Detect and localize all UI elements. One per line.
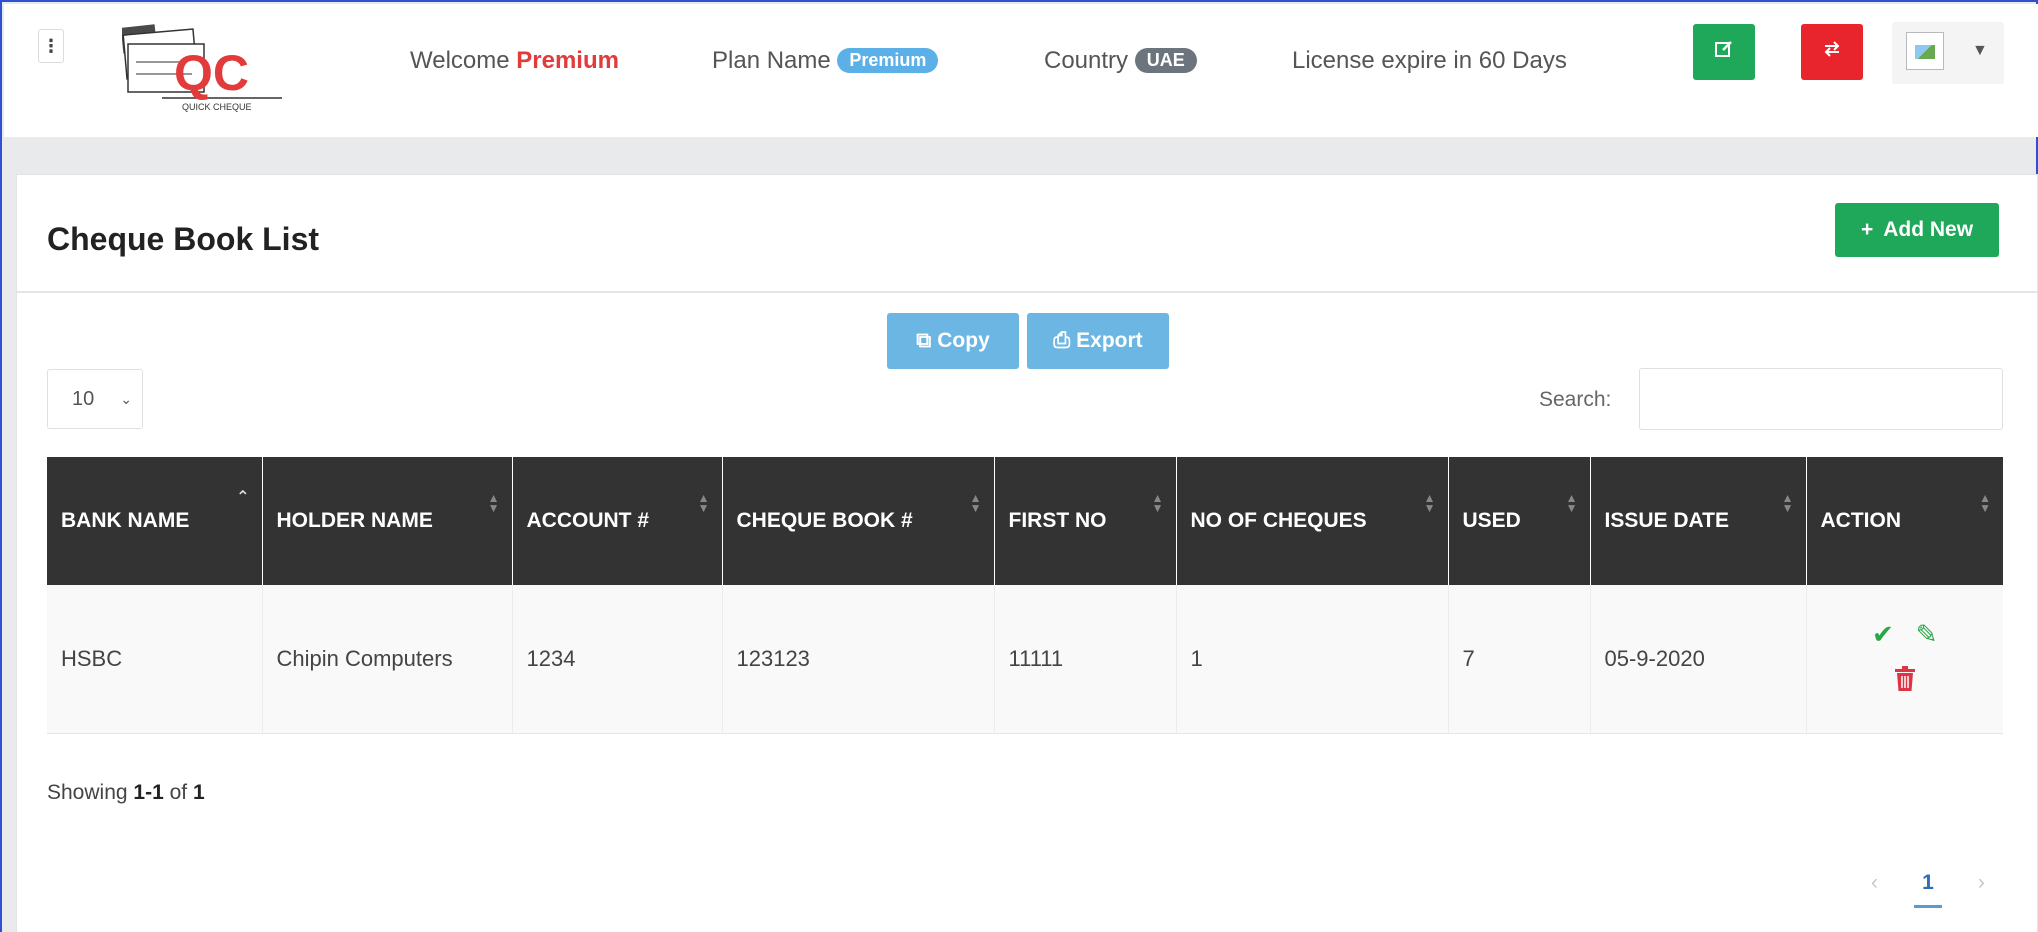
cell-first-no: 11111 <box>994 585 1177 734</box>
sort-icon: ▲ ▼ <box>1781 491 1794 515</box>
col-header-action[interactable]: ACTION ▲ ▼ <box>1806 457 2003 585</box>
top-navbar: ⋮ QC QUICK CHEQUE Welcome Premium Plan N… <box>4 4 2038 137</box>
chevron-right-icon[interactable]: › <box>1978 871 1985 895</box>
col-header-bank-name[interactable]: BANK NAME ⌃ <box>47 457 263 585</box>
user-menu-dropdown[interactable]: ▼ <box>1892 22 2004 84</box>
copy-button[interactable]: ⧉ Copy <box>887 313 1019 369</box>
sort-icon: ▲ ▼ <box>969 491 982 515</box>
add-new-label: Add New <box>1883 218 1974 241</box>
quick-cheque-logo[interactable]: QC QUICK CHEQUE <box>120 24 302 112</box>
plan-label: Plan Name <box>712 47 831 74</box>
sort-icon: ▲ ▼ <box>487 491 500 515</box>
table-header-row: BANK NAME ⌃ HOLDER NAME ▲ ▼ ACCOUNT # ▲ ▼ CHE… <box>47 457 2003 585</box>
col-header-issue-date[interactable]: ISSUE DATE ▲ ▼ <box>1590 457 1807 585</box>
app-frame: ⋮ QC QUICK CHEQUE Welcome Premium Plan N… <box>0 0 2038 932</box>
col-header-no-of-cheques[interactable]: NO OF CHEQUES ▲ ▼ <box>1176 457 1449 585</box>
page-size-select[interactable]: 10 ⌄ <box>47 369 143 429</box>
add-new-button[interactable]: + Add New <box>1835 203 1999 257</box>
card-divider <box>17 291 2038 293</box>
chevron-down-icon: ⌄ <box>120 390 132 407</box>
cheque-book-list-card: Cheque Book List + Add New ⧉ Copy ⎙ Expo… <box>16 174 2038 932</box>
cell-account: 1234 <box>512 585 723 734</box>
col-header-used[interactable]: USED ▲ ▼ <box>1448 457 1591 585</box>
copy-label: Copy <box>937 329 990 352</box>
col-header-first-no[interactable]: FIRST NO ▲ ▼ <box>994 457 1177 585</box>
page-number-current[interactable]: 1 <box>1914 871 1942 908</box>
pagination: ‹ 1 › <box>1853 855 2003 911</box>
welcome-user-name: Premium <box>516 47 619 74</box>
chevron-left-icon[interactable]: ‹ <box>1871 871 1878 895</box>
export-button[interactable]: ⎙ Export <box>1027 313 1169 369</box>
sidebar-toggle-button[interactable]: ⋮ <box>38 29 64 63</box>
cell-cheque-book: 123123 <box>722 585 995 734</box>
license-expiry-text: License expire in 60 Days <box>1292 47 1567 74</box>
cell-issue-date: 05-9-2020 <box>1590 585 1807 734</box>
sort-icon: ▲ ▼ <box>1423 491 1436 515</box>
country-info: Country UAE <box>1044 47 1197 75</box>
welcome-label: Welcome <box>410 47 510 74</box>
print-icon: ⎙ <box>1053 329 1071 352</box>
logo-subtext: QUICK CHEQUE <box>182 102 252 112</box>
cell-action: ✔ ✎ <box>1806 585 2003 734</box>
search-input[interactable] <box>1639 368 2003 430</box>
edit-profile-button[interactable] <box>1693 24 1755 80</box>
check-icon[interactable]: ✔ <box>1872 619 1894 650</box>
chevron-down-icon: ▼ <box>1972 42 1988 59</box>
col-header-holder-name[interactable]: HOLDER NAME ▲ ▼ <box>262 457 513 585</box>
col-header-cheque-book[interactable]: CHEQUE BOOK # ▲ ▼ <box>722 457 995 585</box>
plan-badge: Premium <box>837 48 939 73</box>
col-header-account[interactable]: ACCOUNT # ▲ ▼ <box>512 457 723 585</box>
plan-info: Plan Name Premium <box>712 47 939 75</box>
cell-used: 7 <box>1448 585 1591 734</box>
plus-icon: + <box>1860 218 1874 241</box>
cell-bank-name: HSBC <box>47 585 263 734</box>
page-size-value: 10 <box>72 387 95 410</box>
table-info-text: Showing 1-1 of 1 <box>47 781 205 804</box>
edit-icon <box>1714 39 1734 65</box>
sort-icon: ▲ ▼ <box>1151 491 1164 515</box>
switch-account-button[interactable] <box>1801 24 1863 80</box>
table-row: HSBC Chipin Computers 1234 123123 11111 … <box>47 585 2003 734</box>
search-label: Search: <box>1539 388 1612 411</box>
pencil-icon[interactable]: ✎ <box>1916 619 1938 650</box>
cell-holder-name: Chipin Computers <box>262 585 513 734</box>
export-label: Export <box>1076 329 1143 352</box>
copy-icon: ⧉ <box>916 329 932 352</box>
cheque-book-table: BANK NAME ⌃ HOLDER NAME ▲ ▼ ACCOUNT # ▲ ▼ CHE… <box>47 457 2003 734</box>
avatar <box>1906 32 1944 70</box>
sort-icon: ▲ ▼ <box>1979 491 1991 515</box>
page-title: Cheque Book List <box>47 221 320 257</box>
sort-icon: ▲ ▼ <box>697 491 710 515</box>
country-label: Country <box>1044 47 1129 74</box>
logo-text: QC <box>174 45 249 101</box>
country-badge: UAE <box>1134 48 1197 73</box>
sort-icon: ▲ ▼ <box>1565 491 1578 515</box>
cell-no-of-cheques: 1 <box>1176 585 1449 734</box>
sort-asc-icon: ⌃ <box>236 489 250 506</box>
welcome-text: Welcome Premium <box>410 47 619 75</box>
trash-icon[interactable] <box>1894 666 1916 698</box>
switch-icon <box>1822 39 1842 65</box>
